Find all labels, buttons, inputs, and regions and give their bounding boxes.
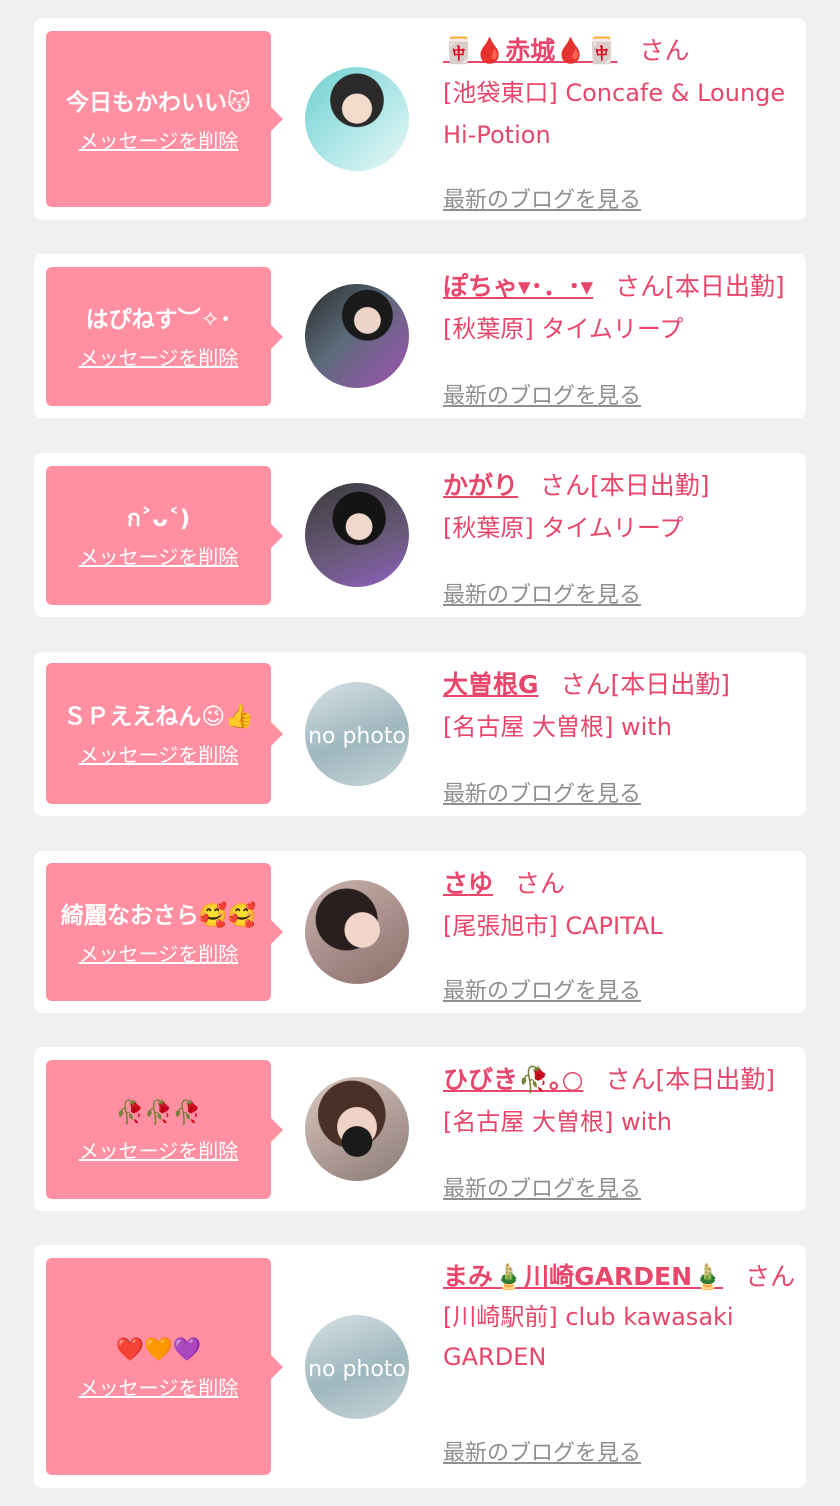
message-text: ก˃ᴗ˂) bbox=[126, 506, 191, 532]
avatar[interactable]: no photo bbox=[305, 682, 409, 786]
avatar[interactable] bbox=[305, 67, 409, 171]
message-bubble: はぴねす︶✧･ メッセージを削除 bbox=[46, 267, 283, 406]
latest-blog-link[interactable]: 最新のブログを見る bbox=[443, 186, 641, 216]
latest-blog-link[interactable]: 最新のブログを見る bbox=[443, 780, 641, 810]
list-item: 🥀🥀🥀 メッセージを削除 ひびき🥀｡○ さん[本日出勤] [名古屋 大曽根] wi… bbox=[34, 1047, 806, 1211]
profile-info: まみ🎍川崎GARDEN🎍 さん [川崎駅前] club kawasaki GARD… bbox=[443, 1257, 796, 1466]
shop-name: [名古屋 大曽根] with bbox=[443, 1108, 672, 1136]
latest-blog-link[interactable]: 最新のブログを見る bbox=[443, 977, 641, 1007]
message-bubble: 今日もかわいい😽 メッセージを削除 bbox=[46, 31, 283, 207]
list-item: 綺麗なおさら🥰🥰 メッセージを削除 さゆ さん [尾張旭市] CAPITAL 最新… bbox=[34, 851, 806, 1013]
name-suffix: さん bbox=[745, 1262, 796, 1291]
avatar[interactable] bbox=[305, 483, 409, 587]
profile-info: 🀄🩸赤城🩸🀄 さん [池袋東口] Concafe & Lounge Hi-Poti… bbox=[443, 30, 796, 213]
shop-name: [川崎駅前] club kawasaki GARDEN bbox=[443, 1303, 734, 1371]
profile-info: ひびき🥀｡○ さん[本日出勤] [名古屋 大曽根] with 最新のブログを見る bbox=[443, 1059, 796, 1202]
message-text: ❤️🧡💜 bbox=[115, 1337, 202, 1363]
no-photo-label: no photo bbox=[308, 724, 406, 749]
list-item: ก˃ᴗ˂) メッセージを削除 かがり さん[本日出勤] [秋葉原] タイムリープ … bbox=[34, 453, 806, 617]
delete-message-link[interactable]: メッセージを削除 bbox=[79, 342, 239, 371]
message-bubble: ก˃ᴗ˂) メッセージを削除 bbox=[46, 466, 283, 605]
latest-blog-link[interactable]: 最新のブログを見る bbox=[443, 1439, 641, 1469]
message-text: 今日もかわいい😽 bbox=[66, 89, 251, 116]
avatar[interactable]: no photo bbox=[305, 1315, 409, 1419]
shop-name: [池袋東口] Concafe & Lounge Hi-Potion bbox=[443, 79, 786, 149]
shop-name: [名古屋 大曽根] with bbox=[443, 713, 672, 741]
cast-name-link[interactable]: ぽちゃ▾･．･▾ bbox=[443, 272, 593, 301]
latest-blog-link[interactable]: 最新のブログを見る bbox=[443, 382, 641, 412]
message-bubble: ❤️🧡💜 メッセージを削除 bbox=[46, 1258, 283, 1475]
cast-name-link[interactable]: ひびき🥀｡○ bbox=[443, 1065, 583, 1094]
profile-info: かがり さん[本日出勤] [秋葉原] タイムリープ 最新のブログを見る bbox=[443, 465, 796, 608]
message-list: 今日もかわいい😽 メッセージを削除 🀄🩸赤城🩸🀄 さん [池袋東口] Concaf… bbox=[0, 0, 840, 1506]
name-suffix: さん[本日出勤] bbox=[540, 471, 710, 500]
latest-blog-link[interactable]: 最新のブログを見る bbox=[443, 581, 641, 611]
list-item: ❤️🧡💜 メッセージを削除 no photo まみ🎍川崎GARDEN🎍 さん [川… bbox=[34, 1245, 806, 1488]
cast-name-link[interactable]: まみ🎍川崎GARDEN🎍 bbox=[443, 1262, 723, 1291]
delete-message-link[interactable]: メッセージを削除 bbox=[79, 938, 239, 967]
list-item: ＳＰええねん😉👍 メッセージを削除 no photo 大曽根G さん[本日出勤] … bbox=[34, 652, 806, 816]
message-bubble: ＳＰええねん😉👍 メッセージを削除 bbox=[46, 663, 283, 804]
avatar[interactable] bbox=[305, 1077, 409, 1181]
delete-message-link[interactable]: メッセージを削除 bbox=[79, 739, 239, 768]
message-text: はぴねす︶✧･ bbox=[85, 307, 232, 333]
list-item: はぴねす︶✧･ メッセージを削除 ぽちゃ▾･．･▾ さん[本日出勤] [秋葉原] … bbox=[34, 254, 806, 418]
delete-message-link[interactable]: メッセージを削除 bbox=[79, 1372, 239, 1401]
name-suffix: さん[本日出勤] bbox=[615, 272, 785, 301]
profile-info: 大曽根G さん[本日出勤] [名古屋 大曽根] with 最新のブログを見る bbox=[443, 664, 796, 807]
profile-info: ぽちゃ▾･．･▾ さん[本日出勤] [秋葉原] タイムリープ 最新のブログを見る bbox=[443, 266, 796, 409]
avatar[interactable] bbox=[305, 880, 409, 984]
cast-name-link[interactable]: かがり bbox=[443, 471, 518, 500]
cast-name-link[interactable]: さゆ bbox=[443, 869, 493, 898]
name-suffix: さん[本日出勤] bbox=[560, 670, 731, 699]
message-bubble: 🥀🥀🥀 メッセージを削除 bbox=[46, 1060, 283, 1199]
delete-message-link[interactable]: メッセージを削除 bbox=[79, 1135, 239, 1164]
list-item: 今日もかわいい😽 メッセージを削除 🀄🩸赤城🩸🀄 さん [池袋東口] Concaf… bbox=[34, 18, 806, 220]
no-photo-label: no photo bbox=[308, 1357, 406, 1382]
message-bubble: 綺麗なおさら🥰🥰 メッセージを削除 bbox=[46, 863, 283, 1001]
shop-name: [尾張旭市] CAPITAL bbox=[443, 912, 663, 940]
delete-message-link[interactable]: メッセージを削除 bbox=[79, 125, 239, 154]
shop-name: [秋葉原] タイムリープ bbox=[443, 315, 684, 343]
message-text: ＳＰええねん😉👍 bbox=[63, 704, 254, 730]
profile-info: さゆ さん [尾張旭市] CAPITAL 最新のブログを見る bbox=[443, 863, 796, 1004]
message-text: 🥀🥀🥀 bbox=[115, 1100, 202, 1126]
shop-name: [秋葉原] タイムリープ bbox=[443, 514, 684, 542]
cast-name-link[interactable]: 🀄🩸赤城🩸🀄 bbox=[443, 36, 618, 65]
delete-message-link[interactable]: メッセージを削除 bbox=[79, 541, 239, 570]
name-suffix: さん[本日出勤] bbox=[605, 1065, 775, 1094]
name-suffix: さん bbox=[639, 36, 690, 65]
latest-blog-link[interactable]: 最新のブログを見る bbox=[443, 1175, 641, 1205]
avatar[interactable] bbox=[305, 284, 409, 388]
message-text: 綺麗なおさら🥰🥰 bbox=[60, 902, 257, 929]
name-suffix: さん bbox=[515, 869, 566, 898]
cast-name-link[interactable]: 大曽根G bbox=[443, 670, 539, 699]
